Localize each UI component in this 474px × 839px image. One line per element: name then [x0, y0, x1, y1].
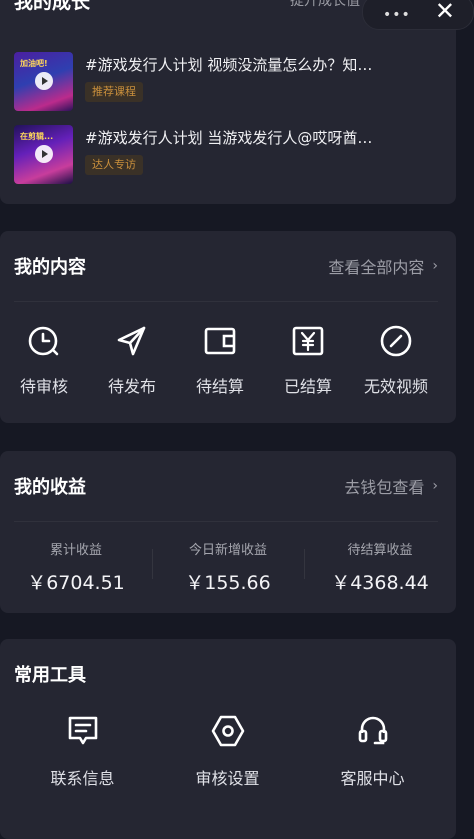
close-icon[interactable]: ✕	[435, 0, 455, 25]
view-all-content-label: 查看全部内容	[328, 258, 425, 277]
article-title[interactable]: #游戏发行人计划 视频没流量怎么办？知…	[85, 54, 440, 76]
content-invalid-videos[interactable]: 无效视频	[352, 323, 440, 397]
income-value: ￥155.66	[185, 572, 271, 594]
send-icon	[117, 326, 146, 356]
tool-label: 审核设置	[195, 769, 260, 788]
tool-contact-info[interactable]: 联系信息	[10, 713, 155, 789]
my-content-card: 我的内容 查看全部内容 › 待审核 待发布 待结算 已结算 无效视频	[0, 231, 456, 423]
common-tools-card: 常用工具 联系信息 审核设置 客服中心	[0, 639, 456, 839]
content-pending-settle[interactable]: 待结算	[176, 323, 264, 397]
article-tag: 达人专访	[85, 155, 143, 175]
invalid-icon	[380, 325, 412, 357]
content-item-label: 无效视频	[363, 377, 428, 396]
tool-customer-service[interactable]: 客服中心	[300, 713, 445, 789]
message-icon	[68, 716, 97, 745]
wallet-link-label: 去钱包查看	[344, 478, 425, 497]
content-item-label: 待结算	[195, 377, 244, 396]
article-thumbnail[interactable]: 在剪辑...	[14, 125, 73, 184]
clock-icon	[28, 326, 59, 356]
headset-icon	[358, 716, 387, 745]
income-label: 待结算收益	[347, 543, 413, 558]
income-value: ￥4368.44	[331, 572, 429, 594]
article-title[interactable]: #游戏发行人计划 当游戏发行人@哎呀酋…	[85, 127, 440, 149]
growth-link[interactable]: 提升成长值	[290, 0, 360, 10]
income-value: ￥6704.51	[27, 572, 125, 594]
content-item-label: 待审核	[19, 377, 68, 396]
article-item[interactable]: 在剪辑... #游戏发行人计划 当游戏发行人@哎呀酋… 达人专访	[14, 125, 440, 185]
thumbnail-text: 在剪辑...	[20, 132, 54, 141]
view-all-content-link[interactable]: 查看全部内容 ›	[328, 254, 438, 278]
tool-label: 客服中心	[340, 769, 405, 788]
article-thumbnail[interactable]: 加油吧!	[14, 52, 73, 111]
article-item[interactable]: 加油吧! #游戏发行人计划 视频没流量怎么办？知… 推荐课程	[14, 52, 440, 112]
hexagon-icon	[211, 715, 244, 747]
wallet-link[interactable]: 去钱包查看 ›	[344, 474, 438, 498]
content-pending-review[interactable]: 待审核	[0, 323, 88, 397]
income-today[interactable]: 今日新增收益 ￥155.66	[152, 539, 304, 595]
tools-title: 常用工具	[14, 665, 86, 686]
growth-title: 我的成长	[14, 0, 91, 13]
play-icon	[35, 145, 53, 163]
tool-label: 联系信息	[50, 769, 115, 788]
chevron-right-icon: ›	[432, 478, 438, 494]
wallet-icon	[204, 327, 236, 355]
chevron-right-icon: ›	[432, 258, 438, 274]
yen-icon	[292, 326, 324, 356]
content-title: 我的内容	[14, 257, 86, 278]
growth-card: 我的成长 提升成长值 加油吧! #游戏发行人计划 视频没流量怎么办？知… 推荐课…	[0, 0, 456, 204]
income-label: 累计收益	[49, 543, 102, 558]
income-label: 今日新增收益	[188, 543, 267, 558]
my-income-card: 我的收益 去钱包查看 › 累计收益 ￥6704.51 今日新增收益 ￥155.6…	[0, 451, 456, 613]
miniprogram-capsule: ••• ✕	[362, 0, 474, 30]
content-item-label: 已结算	[283, 377, 332, 396]
play-icon	[35, 72, 53, 90]
income-pending[interactable]: 待结算收益 ￥4368.44	[304, 539, 456, 595]
tool-review-settings[interactable]: 审核设置	[155, 713, 300, 789]
more-icon[interactable]: •••	[383, 7, 411, 23]
thumbnail-text: 加油吧!	[20, 59, 48, 68]
income-total[interactable]: 累计收益 ￥6704.51	[0, 539, 152, 595]
income-title: 我的收益	[14, 477, 86, 498]
content-item-label: 待发布	[107, 377, 156, 396]
content-pending-publish[interactable]: 待发布	[88, 323, 176, 397]
content-settled[interactable]: 已结算	[264, 323, 352, 397]
article-tag: 推荐课程	[85, 82, 143, 102]
